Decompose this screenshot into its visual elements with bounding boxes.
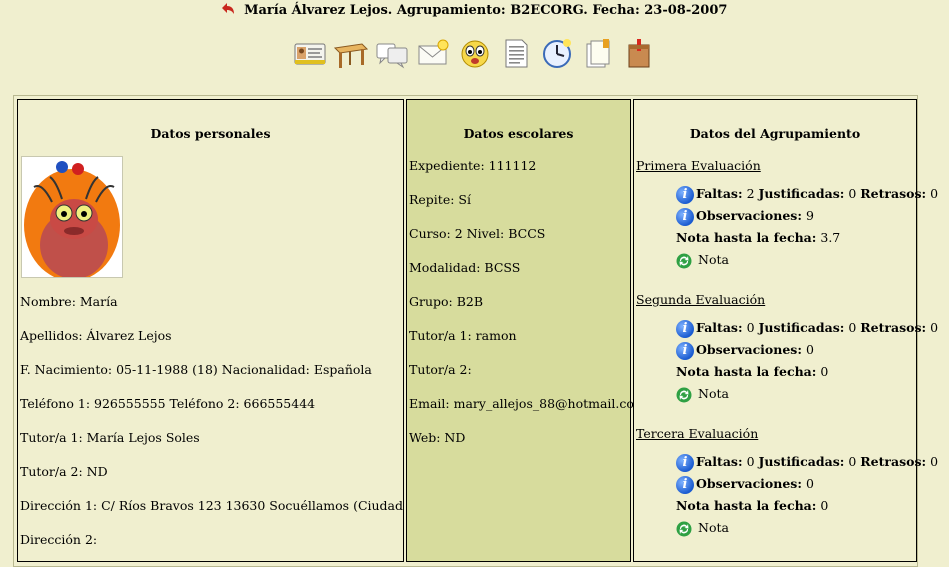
personal-data-panel: Datos personales Nombre: María Apellidos… — [17, 99, 440, 562]
school-data-heading: Datos escolares — [463, 126, 574, 141]
observaciones-row: i Observaciones: 0 — [676, 474, 814, 494]
info-icon[interactable]: i — [676, 319, 694, 338]
student-info-table: Datos personales Nombre: María Apellidos… — [13, 95, 938, 567]
observaciones-row: i Observaciones: 9 — [676, 206, 814, 226]
tutor1-text: Tutor/a 1: María Lejos Soles — [20, 430, 200, 445]
nota-link[interactable]: Nota — [676, 518, 729, 538]
nota-fecha-row: Nota hasta la fecha: 0 — [676, 364, 829, 379]
school-data-panel: Datos escolares Expediente: 111112 Repit… — [406, 99, 646, 562]
grupo-text: Grupo: B2B — [409, 294, 484, 309]
back-arrow-icon[interactable] — [221, 2, 236, 16]
expediente-text: Expediente: 111112 — [409, 158, 537, 173]
repite-text: Repite: Sí — [409, 192, 471, 207]
web-text: Web: ND — [409, 430, 466, 445]
mail-icon[interactable] — [416, 36, 450, 70]
observaciones-row: i Observaciones: 0 — [676, 340, 814, 360]
telefono-text: Teléfono 1: 926555555 Teléfono 2: 666555… — [20, 396, 316, 411]
clock-icon[interactable] — [540, 36, 574, 70]
nota-link[interactable]: Nota — [676, 384, 729, 404]
page-title: María Álvarez Lejos. Agrupamiento: B2ECO… — [0, 2, 949, 18]
apellidos-text: Apellidos: Álvarez Lejos — [20, 328, 172, 343]
document-icon[interactable] — [499, 36, 533, 70]
nota-fecha-row: Nota hasta la fecha: 0 — [676, 498, 829, 513]
faltas-row: i Faltas: 0 Justificadas: 0 Retrasos: 0 — [676, 452, 938, 472]
info-icon[interactable]: i — [676, 207, 694, 226]
desk-icon[interactable] — [334, 36, 369, 70]
id-card-icon[interactable] — [293, 36, 327, 70]
segunda-evaluacion-link[interactable]: Segunda Evaluación — [636, 292, 765, 307]
curso-text: Curso: 2 Nivel: BCCS — [409, 226, 546, 241]
toolbar — [0, 36, 949, 72]
refresh-icon — [676, 387, 692, 402]
page-title-text: María Álvarez Lejos. Agrupamiento: B2ECO… — [244, 3, 728, 18]
info-icon[interactable]: i — [676, 185, 694, 204]
faltas-row: i Faltas: 0 Justificadas: 0 Retrasos: 0 — [676, 318, 938, 338]
nombre-text: Nombre: María — [20, 294, 118, 309]
group-data-heading: Datos del Agrupamiento — [689, 126, 861, 141]
notes-icon[interactable] — [581, 36, 615, 70]
speech-bubbles-icon[interactable] — [375, 36, 409, 70]
modalidad-text: Modalidad: BCSS — [409, 260, 521, 275]
tutor2-escolar-text: Tutor/a 2: — [409, 362, 472, 377]
smiley-icon[interactable] — [458, 36, 492, 70]
tutor2-text: Tutor/a 2: ND — [20, 464, 108, 479]
refresh-icon — [676, 521, 692, 536]
student-photo — [21, 156, 123, 278]
email-text: Email: mary_allejos_88@hotmail.com — [409, 396, 646, 411]
nacimiento-text: F. Nacimiento: 05-11-1988 (18) Nacionali… — [20, 362, 372, 377]
direccion2-text: Dirección 2: — [20, 532, 98, 547]
group-data-panel: Datos del Agrupamiento Primera Evaluació… — [633, 99, 938, 562]
info-icon[interactable]: i — [676, 475, 694, 494]
bag-icon[interactable] — [622, 36, 656, 70]
primera-evaluacion-link[interactable]: Primera Evaluación — [636, 158, 761, 173]
refresh-icon — [676, 253, 692, 268]
nota-fecha-row: Nota hasta la fecha: 3.7 — [676, 230, 841, 245]
nota-link[interactable]: Nota — [676, 250, 729, 270]
faltas-row: i Faltas: 2 Justificadas: 0 Retrasos: 0 — [676, 184, 938, 204]
tercera-evaluacion-link[interactable]: Tercera Evaluación — [636, 426, 758, 441]
direccion1-text: Dirección 1: C/ Ríos Bravos 123 13630 So… — [20, 498, 441, 513]
info-icon[interactable]: i — [676, 453, 694, 472]
info-icon[interactable]: i — [676, 341, 694, 360]
tutor1-escolar-text: Tutor/a 1: ramon — [409, 328, 517, 343]
personal-data-heading: Datos personales — [150, 126, 271, 141]
